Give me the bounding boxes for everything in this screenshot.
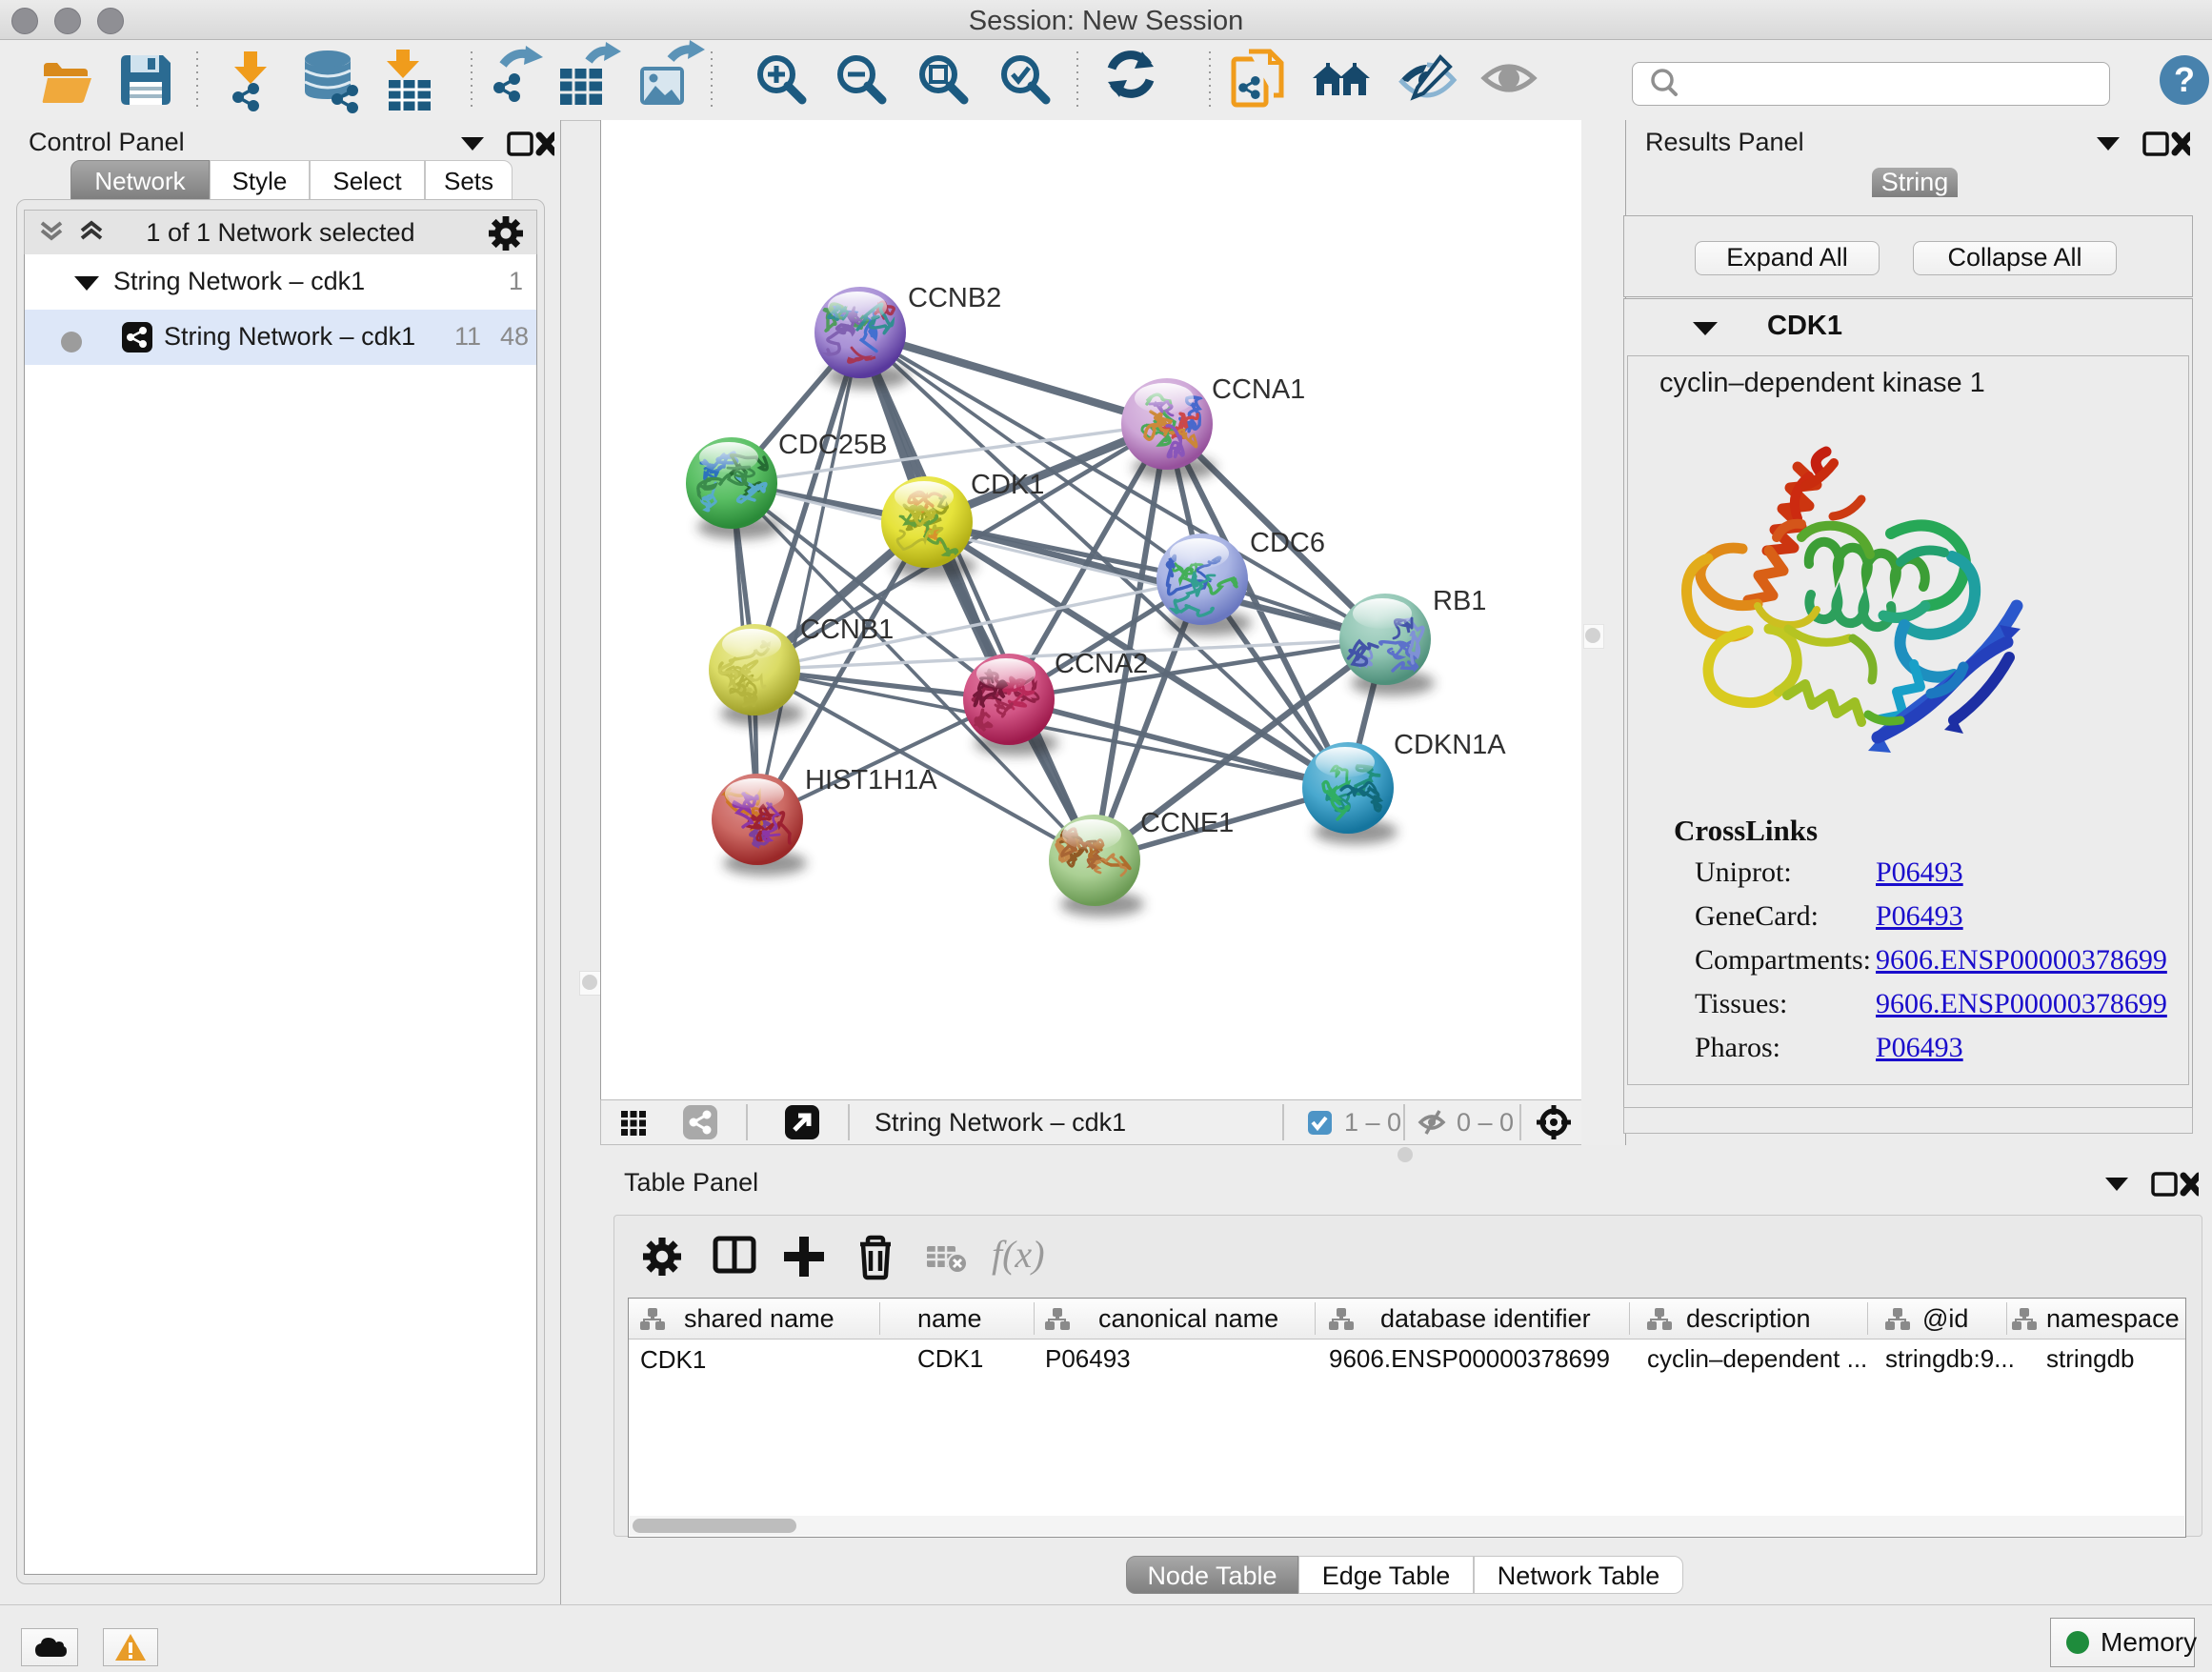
svg-text:?: ?: [2174, 60, 2195, 99]
svg-text:f(x): f(x): [992, 1233, 1045, 1276]
svg-text:String Network – cdk1: String Network – cdk1: [875, 1108, 1126, 1137]
svg-text:CDC6: CDC6: [1250, 528, 1325, 558]
svg-text:CCNB1: CCNB1: [800, 614, 894, 645]
svg-text:CCNA2: CCNA2: [1055, 649, 1148, 679]
svg-text:CDKN1A: CDKN1A: [1394, 730, 1506, 760]
svg-text:CCNB2: CCNB2: [908, 283, 1001, 313]
svg-text:RB1: RB1: [1433, 586, 1486, 616]
svg-text:HIST1H1A: HIST1H1A: [805, 765, 937, 796]
svg-text:0 – 0: 0 – 0: [1457, 1108, 1514, 1137]
svg-text:CDK1: CDK1: [971, 470, 1044, 500]
svg-text:CCNE1: CCNE1: [1140, 808, 1234, 838]
svg-text:CDC25B: CDC25B: [778, 430, 887, 460]
svg-text:1 – 0: 1 – 0: [1344, 1108, 1401, 1137]
svg-text:CCNA1: CCNA1: [1212, 374, 1305, 405]
